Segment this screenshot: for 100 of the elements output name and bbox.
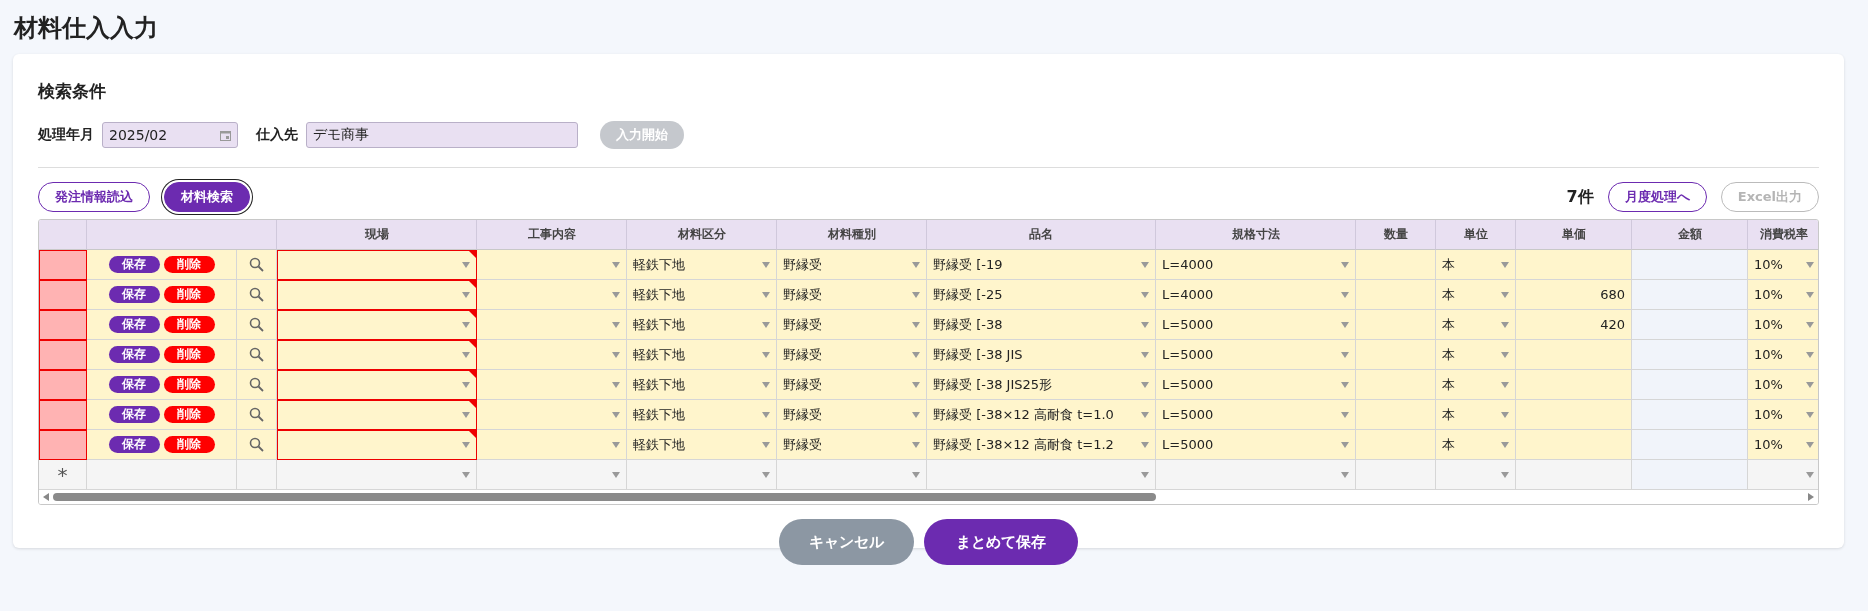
dropdown-cell[interactable]: 野縁受 <box>777 250 927 280</box>
delete-button[interactable]: 削除 <box>163 346 215 363</box>
column-header: 材料種別 <box>777 220 927 250</box>
save-button[interactable]: 保存 <box>108 406 160 423</box>
dropdown-cell[interactable]: 野縁受 [-38 JIS <box>927 340 1156 370</box>
dropdown-cell[interactable]: 本 <box>1436 340 1516 370</box>
delete-button[interactable]: 削除 <box>163 286 215 303</box>
dropdown-cell[interactable]: 10% <box>1748 400 1818 430</box>
input-cell[interactable] <box>1516 250 1632 280</box>
dropdown-cell[interactable]: 10% <box>1748 250 1818 280</box>
dropdown-cell[interactable] <box>277 280 477 310</box>
dropdown-cell[interactable]: 10% <box>1748 340 1818 370</box>
search-icon[interactable] <box>249 317 264 332</box>
input-cell[interactable] <box>1356 370 1436 400</box>
caret-icon <box>462 442 470 448</box>
scroll-left-icon[interactable] <box>43 493 49 501</box>
search-icon[interactable] <box>249 377 264 392</box>
input-cell[interactable] <box>1516 430 1632 460</box>
dropdown-cell[interactable]: 野縁受 [-38×12 高耐食 t=1.0 <box>927 400 1156 430</box>
caret-icon <box>1141 321 1149 328</box>
dropdown-cell[interactable]: L=5000 <box>1156 370 1356 400</box>
dropdown-cell[interactable]: 軽鉄下地 <box>627 370 777 400</box>
save-button[interactable]: 保存 <box>108 286 160 303</box>
dropdown-cell[interactable]: 野縁受 [-25 <box>927 280 1156 310</box>
save-all-button[interactable]: まとめて保存 <box>924 519 1078 565</box>
input-cell[interactable]: 680 <box>1516 280 1632 310</box>
dropdown-cell[interactable] <box>277 370 477 400</box>
save-button[interactable]: 保存 <box>108 346 160 363</box>
delete-button[interactable]: 削除 <box>163 436 215 453</box>
dropdown-cell[interactable]: 本 <box>1436 370 1516 400</box>
dropdown-cell[interactable]: 軽鉄下地 <box>627 400 777 430</box>
caret-icon <box>1341 381 1349 388</box>
dropdown-cell[interactable]: 軽鉄下地 <box>627 250 777 280</box>
input-cell[interactable] <box>1516 370 1632 400</box>
dropdown-cell[interactable]: 野縁受 <box>777 340 927 370</box>
input-cell[interactable] <box>1356 250 1436 280</box>
dropdown-cell[interactable]: 本 <box>1436 400 1516 430</box>
dropdown-cell[interactable]: 野縁受 [-19 <box>927 250 1156 280</box>
horizontal-scrollbar[interactable] <box>39 490 1818 504</box>
dropdown-cell[interactable]: 10% <box>1748 370 1818 400</box>
dropdown-cell[interactable]: 10% <box>1748 430 1818 460</box>
dropdown-cell[interactable]: 本 <box>1436 310 1516 340</box>
save-button[interactable]: 保存 <box>108 316 160 333</box>
record-count: 7件 <box>1566 186 1594 208</box>
delete-button[interactable]: 削除 <box>163 406 215 423</box>
scroll-right-icon[interactable] <box>1808 493 1814 501</box>
save-button[interactable]: 保存 <box>108 376 160 393</box>
dropdown-cell[interactable]: 野縁受 <box>777 280 927 310</box>
supplier-field[interactable]: デモ商事 <box>306 122 578 148</box>
dropdown-cell[interactable]: 野縁受 [-38 JIS25形 <box>927 370 1156 400</box>
search-icon[interactable] <box>249 287 264 302</box>
dropdown-cell[interactable]: 軽鉄下地 <box>627 430 777 460</box>
input-cell[interactable] <box>1516 400 1632 430</box>
toolbar-button[interactable]: 発注情報読込 <box>38 182 150 212</box>
save-button[interactable]: 保存 <box>108 256 160 273</box>
dropdown-cell[interactable] <box>277 250 477 280</box>
month-field[interactable]: 2025/02 <box>102 122 238 148</box>
input-cell[interactable] <box>1356 280 1436 310</box>
dropdown-cell[interactable]: 野縁受 [-38×12 高耐食 t=1.2 <box>927 430 1156 460</box>
dropdown-cell[interactable] <box>277 340 477 370</box>
dropdown-cell[interactable]: 本 <box>1436 250 1516 280</box>
dropdown-cell[interactable]: 10% <box>1748 280 1818 310</box>
input-cell[interactable] <box>1356 310 1436 340</box>
input-cell[interactable] <box>1516 340 1632 370</box>
toolbar-button[interactable]: 材料検索 <box>164 182 250 212</box>
dropdown-cell[interactable]: L=5000 <box>1156 400 1356 430</box>
dropdown-cell[interactable]: 本 <box>1436 430 1516 460</box>
save-button[interactable]: 保存 <box>108 436 160 453</box>
dropdown-cell[interactable]: 軽鉄下地 <box>627 280 777 310</box>
dropdown-cell[interactable]: L=5000 <box>1156 430 1356 460</box>
dropdown-cell[interactable]: 野縁受 [-38 <box>927 310 1156 340</box>
search-icon[interactable] <box>249 407 264 422</box>
dropdown-cell[interactable]: L=4000 <box>1156 280 1356 310</box>
dropdown-cell[interactable] <box>277 430 477 460</box>
search-icon[interactable] <box>249 437 264 452</box>
dropdown-cell[interactable]: L=5000 <box>1156 340 1356 370</box>
dropdown-cell[interactable]: 野縁受 <box>777 430 927 460</box>
search-icon[interactable] <box>249 257 264 272</box>
dropdown-cell[interactable]: 本 <box>1436 280 1516 310</box>
dropdown-cell[interactable]: 軽鉄下地 <box>627 340 777 370</box>
dropdown-cell[interactable]: L=5000 <box>1156 310 1356 340</box>
dropdown-cell[interactable] <box>277 400 477 430</box>
dropdown-cell[interactable]: 野縁受 <box>777 370 927 400</box>
input-cell[interactable] <box>1356 400 1436 430</box>
search-icon[interactable] <box>249 347 264 362</box>
delete-button[interactable]: 削除 <box>163 256 215 273</box>
delete-button[interactable]: 削除 <box>163 316 215 333</box>
input-cell[interactable] <box>1356 460 1436 490</box>
delete-button[interactable]: 削除 <box>163 376 215 393</box>
input-cell[interactable]: 420 <box>1516 310 1632 340</box>
dropdown-cell[interactable]: 野縁受 <box>777 400 927 430</box>
input-cell[interactable] <box>1516 460 1632 490</box>
dropdown-cell[interactable] <box>277 310 477 340</box>
dropdown-cell[interactable]: 野縁受 <box>777 310 927 340</box>
dropdown-cell[interactable]: L=4000 <box>1156 250 1356 280</box>
input-cell[interactable] <box>1356 430 1436 460</box>
input-cell[interactable] <box>1356 340 1436 370</box>
dropdown-cell[interactable]: 10% <box>1748 310 1818 340</box>
dropdown-cell[interactable]: 軽鉄下地 <box>627 310 777 340</box>
toolbar-button[interactable]: 月度処理へ <box>1607 182 1707 212</box>
